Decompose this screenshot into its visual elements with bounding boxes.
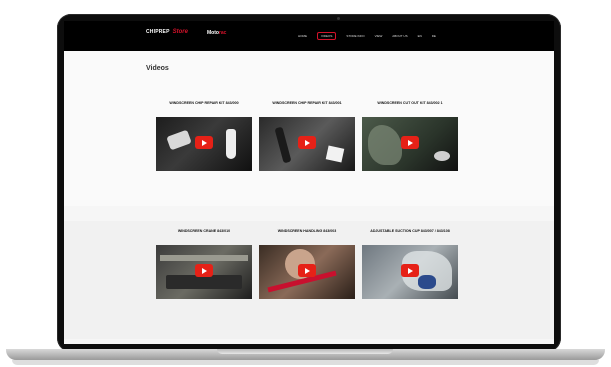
video-thumbnail[interactable] (362, 245, 458, 299)
nav-item-lang-en[interactable]: EN (418, 34, 422, 38)
page-content: Videos WINDSCREEN CHIP REPAIR KIT 843/00… (64, 51, 554, 344)
laptop-notch (217, 349, 393, 354)
video-card[interactable]: WINDSCREEN CRANE 843/010 (156, 229, 252, 299)
video-title: WINDSCREEN CHIP REPAIR KIT 843/000 (169, 101, 239, 105)
nav-item-about-us[interactable]: ABOUT US (392, 34, 407, 38)
webcam-icon (337, 17, 340, 20)
nav-item-store-info[interactable]: STORE INFO (346, 34, 364, 38)
video-thumbnail[interactable] (156, 117, 252, 171)
nav-item-videos[interactable]: VIDEOS (317, 32, 337, 40)
browser-screen: CHIPREP Store Motorac HOME VIDEOS STORE … (64, 21, 554, 344)
video-title: WINDSCREEN HANDLING 843/003 (277, 229, 337, 233)
video-title: WINDSCREEN CUT OUT KIT 843/002 1 (377, 101, 443, 105)
laptop-shadow (12, 360, 599, 365)
play-button-icon[interactable] (195, 136, 213, 149)
video-card[interactable]: WINDSCREEN CHIP REPAIR KIT 843/001 (259, 101, 355, 171)
main-nav: HOME VIDEOS STORE INFO VIEW ABOUT US EN … (298, 32, 436, 40)
site-logo[interactable]: CHIPREP Store (146, 29, 188, 35)
play-button-icon[interactable] (195, 264, 213, 277)
video-title: ADJUSTABLE SUCTION CUP 843/007 / 843/108 (370, 229, 450, 233)
video-thumbnail[interactable] (156, 245, 252, 299)
video-title: WINDSCREEN CHIP REPAIR KIT 843/001 (272, 101, 342, 105)
brand-name: Moto (207, 30, 219, 36)
video-card[interactable]: WINDSCREEN CUT OUT KIT 843/002 1 (362, 101, 458, 171)
play-button-icon[interactable] (401, 264, 419, 277)
nav-item-home[interactable]: HOME (298, 34, 307, 38)
nav-item-lang-de[interactable]: DE (432, 34, 436, 38)
logo-sub-text: Store (172, 29, 188, 35)
nav-item-view[interactable]: VIEW (375, 34, 383, 38)
logo-main-text: CHIPREP (146, 29, 170, 35)
video-card[interactable]: WINDSCREEN CHIP REPAIR KIT 843/000 (156, 101, 252, 171)
play-button-icon[interactable] (298, 136, 316, 149)
video-card[interactable]: WINDSCREEN HANDLING 843/003 (259, 229, 355, 299)
play-button-icon[interactable] (401, 136, 419, 149)
play-button-icon[interactable] (298, 264, 316, 277)
site-header: CHIPREP Store Motorac HOME VIDEOS STORE … (64, 21, 554, 51)
video-title: WINDSCREEN CRANE 843/010 (177, 229, 231, 233)
brand-accent: rac (218, 30, 227, 36)
video-thumbnail[interactable] (362, 117, 458, 171)
video-card[interactable]: ADJUSTABLE SUCTION CUP 843/007 / 843/108 (362, 229, 458, 299)
video-thumbnail[interactable] (259, 117, 355, 171)
page-title: Videos (146, 65, 169, 72)
video-thumbnail[interactable] (259, 245, 355, 299)
partner-brand[interactable]: Motorac (207, 30, 226, 36)
